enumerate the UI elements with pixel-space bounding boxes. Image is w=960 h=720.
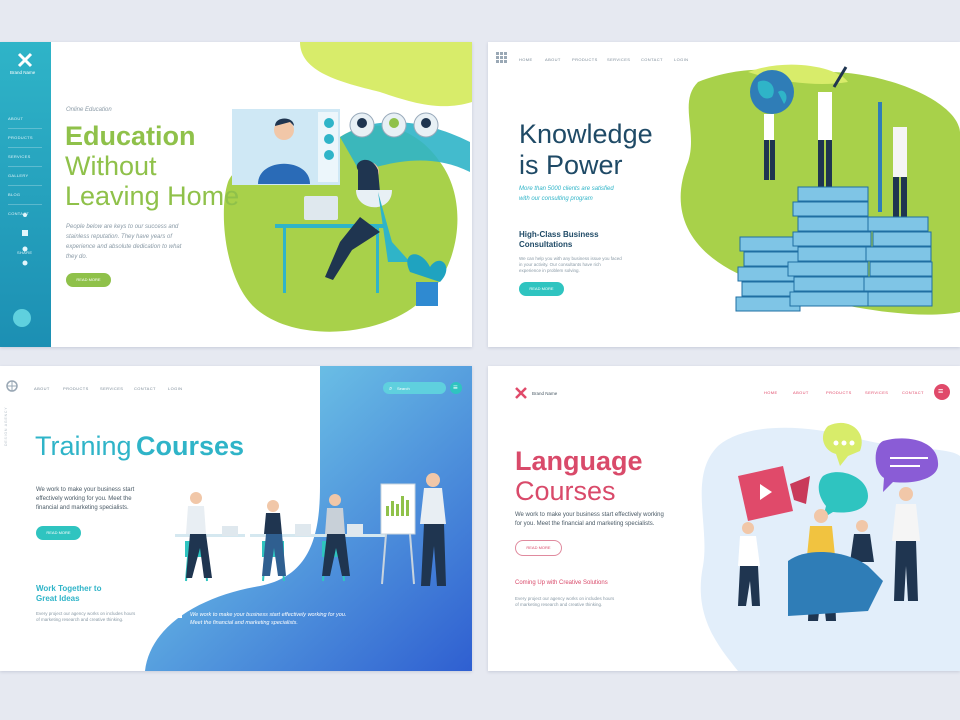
nav-products[interactable]: PRODUCTS <box>826 390 852 395</box>
page-title-line2: Without <box>65 151 157 181</box>
brand-name: Brand Name <box>10 70 36 75</box>
brand-name: Brand Name <box>532 391 558 396</box>
landing-page-language: Brand Name HOME ABOUT PRODUCTS SERVICES … <box>488 366 960 671</box>
divider <box>8 128 42 129</box>
section-heading-line2: Great Ideas <box>36 594 80 603</box>
page-title: Knowledge <box>519 119 653 149</box>
read-more-button[interactable]: READ MORE <box>515 540 562 556</box>
page-title: Training Courses <box>35 431 244 462</box>
body-line2: for you. Meet the financial and marketin… <box>515 521 655 527</box>
page-title: Language <box>515 446 643 476</box>
logo-icon <box>496 52 508 64</box>
nav-login[interactable]: LOGIN <box>674 57 688 62</box>
nav-about[interactable]: ABOUT <box>545 57 561 62</box>
read-more-button[interactable]: READ MORE <box>519 282 564 296</box>
menu-button[interactable]: ≡ <box>934 384 950 400</box>
page-title-line2: is Power <box>519 150 623 180</box>
tagline-line2: with our consulting program <box>519 196 593 202</box>
menu-icon: ≡ <box>453 383 458 392</box>
landing-page-training: DESIGN AGENCY ABOUT PRODUCTS SERVICES CO… <box>0 366 472 671</box>
eyebrow-text: Online Education <box>66 107 112 113</box>
section-heading: Coming Up with Creative Solutions <box>515 580 608 586</box>
nav-about[interactable]: ABOUT <box>34 386 50 391</box>
read-more-button[interactable]: READ MORE <box>36 526 81 540</box>
page-title-line2: Courses <box>515 476 616 506</box>
search-placeholder: Search <box>397 386 410 391</box>
menu-button[interactable]: ≡ <box>450 382 462 394</box>
divider <box>8 147 42 148</box>
body-line1: We work to make your business start effe… <box>515 512 664 518</box>
menu-icon: ≡ <box>938 386 944 396</box>
sidebar-item-about[interactable]: ABOUT <box>8 116 23 121</box>
body-line1: We work to make your business start <box>36 487 135 493</box>
nav-home[interactable]: HOME <box>519 57 533 62</box>
nav-services[interactable]: SERVICES <box>865 390 888 395</box>
sidebar: Brand Name ABOUT PRODUCTS SERVICES GALLE… <box>0 42 51 347</box>
body-line2: effectively working for you. Meet the <box>36 496 132 502</box>
search-field[interactable]: ⌕ Search <box>383 382 446 394</box>
share-label: SHARE <box>17 250 33 255</box>
body-line3: financial and marketing specialists. <box>36 505 129 511</box>
nav-products[interactable]: PRODUCTS <box>572 57 598 62</box>
nav-contact[interactable]: CONTACT <box>641 57 663 62</box>
sidebar-item-gallery[interactable]: GALLERY <box>8 173 28 178</box>
sidebar-item-blog[interactable]: BLOG <box>8 192 20 197</box>
small-line2: of marketing research and creative think… <box>515 602 603 607</box>
sidebar-item-contact[interactable]: CONTACT <box>8 211 29 216</box>
page-title-bold: Courses <box>136 431 245 461</box>
nav-home[interactable]: HOME <box>764 390 778 395</box>
sidebar-item-products[interactable]: PRODUCTS <box>8 135 33 140</box>
landing-page-knowledge: HOME ABOUT PRODUCTS SERVICES CONTACT LOG… <box>488 42 960 347</box>
section-heading-line1: High-Class Business <box>519 230 599 239</box>
description-text: People below are keys to our success and… <box>66 224 182 260</box>
divider <box>8 185 42 186</box>
sidebar-item-services[interactable]: SERVICES <box>8 154 31 159</box>
nav-products[interactable]: PRODUCTS <box>63 386 89 391</box>
logo-icon <box>6 380 18 392</box>
section-heading-line1: Work Together to <box>36 584 102 593</box>
page-title-light: Training <box>35 431 132 461</box>
nav-services[interactable]: SERVICES <box>100 386 123 391</box>
landing-page-education: Brand Name ABOUT PRODUCTS SERVICES GALLE… <box>0 42 472 347</box>
nav-contact[interactable]: CONTACT <box>134 386 156 391</box>
logo-text: DESIGN AGENCY <box>4 406 8 446</box>
body-line3: experience in problem solving. <box>519 268 580 273</box>
footer-line2: Meet the financial and marketing special… <box>190 620 298 626</box>
divider <box>8 204 42 205</box>
footer-line1: We work to make your business start effe… <box>190 612 347 618</box>
nav-login[interactable]: LOGIN <box>168 386 182 391</box>
read-more-button[interactable]: READ MORE <box>66 273 111 287</box>
search-icon: ⌕ <box>389 386 393 392</box>
tagline-line1: More than 5000 clients are satisfied <box>519 186 614 192</box>
logo-icon <box>515 387 527 399</box>
nav-about[interactable]: ABOUT <box>793 390 809 395</box>
nav-services[interactable]: SERVICES <box>607 57 630 62</box>
small-line2: of marketing research and creative think… <box>36 617 124 622</box>
nav-contact[interactable]: CONTACT <box>902 390 924 395</box>
divider <box>8 166 42 167</box>
section-heading-line2: Consultations <box>519 240 573 249</box>
page-title: Education <box>65 121 196 151</box>
page-title-line3: Leaving Home <box>65 181 240 211</box>
